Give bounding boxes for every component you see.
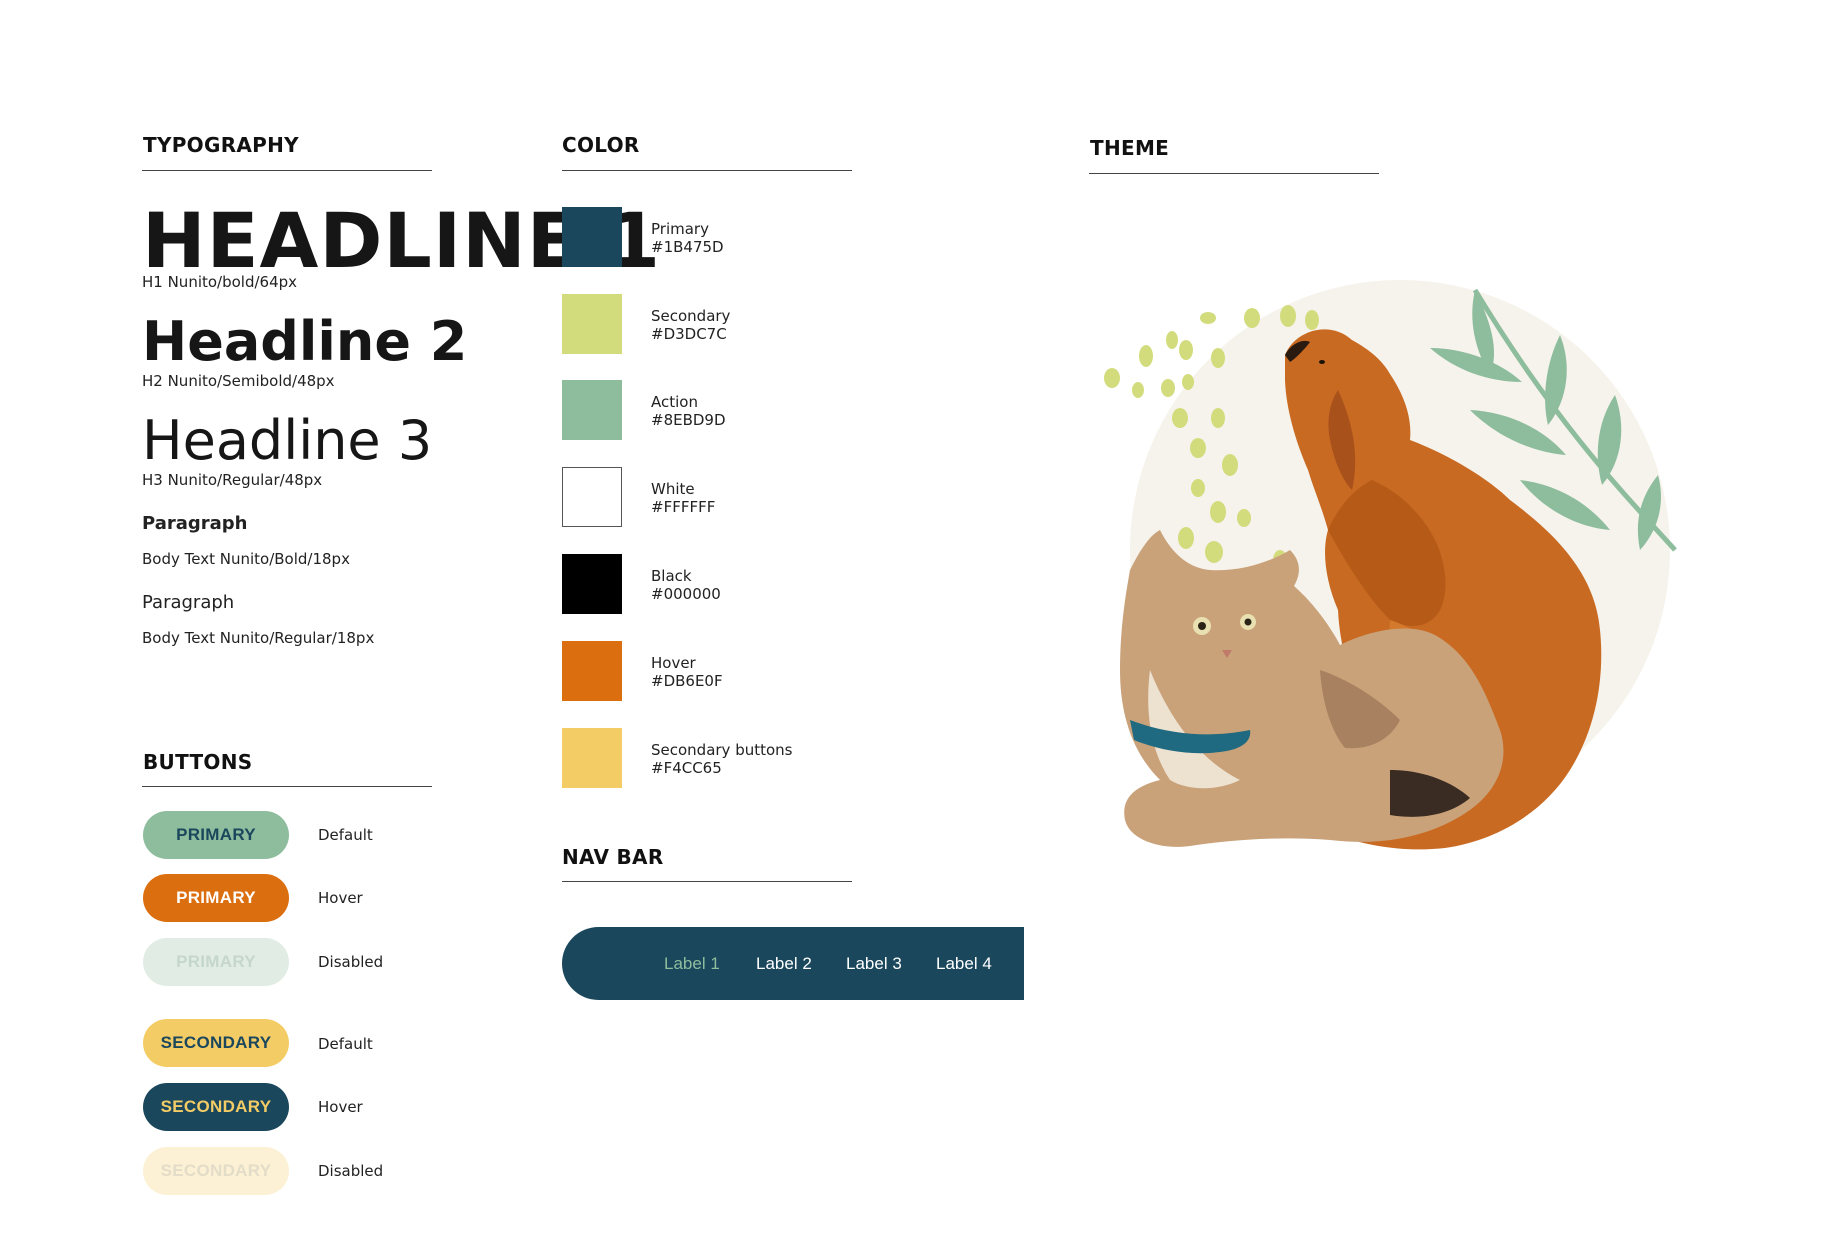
color-hex: #F4CC65	[651, 759, 722, 777]
color-hex: #000000	[651, 585, 721, 603]
nav-bar-title: NAV BAR	[562, 845, 664, 869]
primary-button-disabled[interactable]: PRIMARY	[143, 938, 289, 986]
headline-3-caption: H3 Nunito/Regular/48px	[142, 471, 323, 489]
color-swatch-label: Secondary buttons #F4CC65	[651, 741, 793, 777]
typography-title: TYPOGRAPHY	[143, 133, 299, 157]
color-swatch-primary	[562, 207, 622, 267]
color-swatch-label: Hover #DB6E0F	[651, 654, 723, 690]
secondary-button-default[interactable]: SECONDARY	[143, 1019, 289, 1067]
button-state-label: Default	[318, 826, 373, 844]
nav-item-label-1[interactable]: Label 1	[664, 927, 720, 1000]
color-name: Secondary	[651, 307, 731, 325]
nav-item-label-2[interactable]: Label 2	[756, 927, 812, 1000]
secondary-button-hover[interactable]: SECONDARY	[143, 1083, 289, 1131]
color-name: Primary	[651, 220, 709, 238]
primary-button-default[interactable]: PRIMARY	[143, 811, 289, 859]
button-state-label: Disabled	[318, 1162, 384, 1180]
color-name: Action	[651, 393, 698, 411]
color-hex: #8EBD9D	[651, 411, 726, 429]
color-name: Black	[651, 567, 692, 585]
paragraph-regular-sample: Paragraph	[142, 592, 235, 613]
color-swatch-label: Black #000000	[651, 567, 721, 603]
color-swatch-label: White #FFFFFF	[651, 480, 715, 516]
button-state-label: Hover	[318, 889, 363, 907]
color-name: Hover	[651, 654, 696, 672]
headline-2-sample: Headline 2	[142, 310, 468, 373]
secondary-button-disabled[interactable]: SECONDARY	[143, 1147, 289, 1195]
headline-3-sample: Headline 3	[142, 409, 433, 472]
color-name: White	[651, 480, 695, 498]
paragraph-regular-caption: Body Text Nunito/Regular/18px	[142, 629, 375, 647]
color-swatch-secondary	[562, 294, 622, 354]
nav-bar-divider	[562, 881, 852, 882]
color-title: COLOR	[562, 133, 640, 157]
color-swatch-secondary-buttons	[562, 728, 622, 788]
typography-divider	[142, 170, 432, 171]
nav-bar: Label 1 Label 2 Label 3 Label 4	[562, 927, 1024, 1000]
buttons-title: BUTTONS	[143, 750, 253, 774]
theme-divider	[1089, 173, 1379, 174]
button-state-label: Hover	[318, 1098, 363, 1116]
color-divider	[562, 170, 852, 171]
color-swatch-label: Secondary #D3DC7C	[651, 307, 730, 343]
button-state-label: Disabled	[318, 953, 384, 971]
color-swatch-label: Action #8EBD9D	[651, 393, 726, 429]
color-hex: #D3DC7C	[651, 325, 727, 343]
headline-2-caption: H2 Nunito/Semibold/48px	[142, 372, 335, 390]
color-swatch-label: Primary #1B475D	[651, 220, 724, 256]
color-hex: #DB6E0F	[651, 672, 723, 690]
paragraph-bold-caption: Body Text Nunito/Bold/18px	[142, 550, 350, 568]
button-state-label: Default	[318, 1035, 373, 1053]
color-swatch-action	[562, 380, 622, 440]
theme-illustration	[1104, 280, 1677, 850]
primary-button-hover[interactable]: PRIMARY	[143, 874, 289, 922]
color-swatch-white	[562, 467, 622, 527]
paragraph-bold-sample: Paragraph	[142, 513, 248, 534]
color-hex: #1B475D	[651, 238, 724, 256]
nav-item-label-3[interactable]: Label 3	[846, 927, 902, 1000]
color-swatch-black	[562, 554, 622, 614]
buttons-divider	[142, 786, 432, 787]
color-hex: #FFFFFF	[651, 498, 716, 516]
color-name: Secondary buttons	[651, 741, 793, 759]
color-swatch-hover	[562, 641, 622, 701]
headline-1-caption: H1 Nunito/bold/64px	[142, 273, 298, 291]
nav-item-label-4[interactable]: Label 4	[936, 927, 992, 1000]
theme-title: THEME	[1090, 136, 1170, 160]
